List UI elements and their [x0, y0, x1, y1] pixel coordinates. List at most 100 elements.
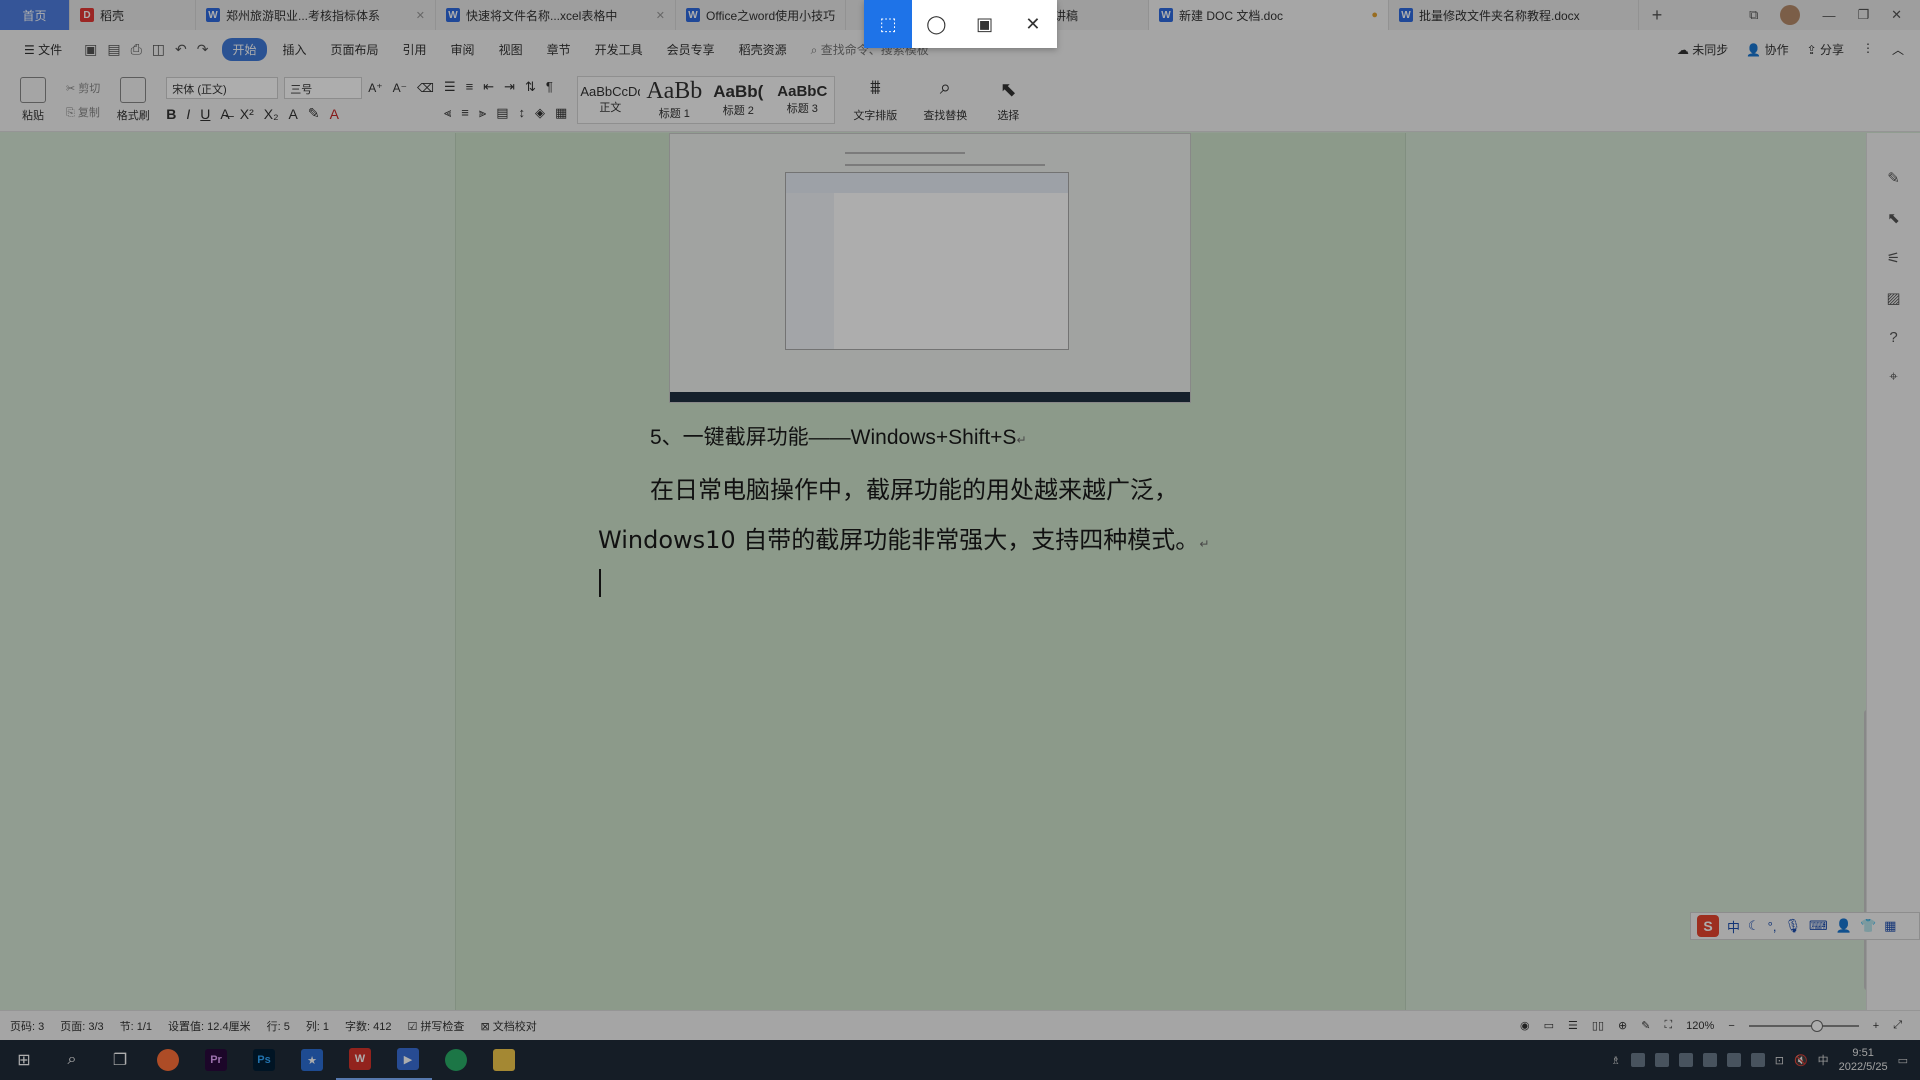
task-view-icon[interactable]: ❐ — [96, 1040, 144, 1080]
pen-icon[interactable]: ✎ — [1641, 1019, 1650, 1032]
page-view-icon[interactable]: ▭ — [1544, 1019, 1554, 1032]
menu-docer-resources[interactable]: 稻壳资源 — [727, 41, 799, 58]
help-icon[interactable]: ? — [1889, 329, 1897, 346]
menu-review[interactable]: 审阅 — [439, 41, 487, 58]
paste-button[interactable]: 粘贴 — [10, 76, 56, 123]
select-button[interactable]: ⬉ 选择 — [985, 77, 1031, 123]
search-icon[interactable]: ⌕ — [48, 1040, 96, 1080]
taskbar-recorder[interactable]: ▶ — [384, 1040, 432, 1080]
numbered-list-icon[interactable]: ≡ — [466, 79, 474, 94]
edit-icon[interactable]: ✎ — [1887, 169, 1900, 187]
menu-home[interactable]: 开始 — [222, 37, 267, 61]
avatar[interactable] — [1780, 5, 1801, 25]
redo-icon[interactable]: ↷ — [197, 41, 209, 58]
restore-icon[interactable]: ❐ — [1857, 7, 1869, 23]
italic-icon[interactable]: I — [186, 106, 190, 122]
font-color-icon[interactable]: A — [330, 106, 339, 122]
show-marks-icon[interactable]: ¶ — [546, 79, 553, 94]
shrink-font-icon[interactable]: A⁻ — [393, 81, 407, 95]
menu-chapter[interactable]: 章节 — [535, 41, 583, 58]
line-spacing-icon[interactable]: ↕ — [519, 105, 526, 120]
tray-ime[interactable]: 中 — [1818, 1052, 1829, 1068]
status-pages[interactable]: 页面: 3/3 — [60, 1018, 103, 1034]
close-icon[interactable]: ✕ — [656, 9, 665, 22]
tray-app-icon[interactable] — [1750, 1053, 1765, 1067]
user-icon[interactable]: 👤 — [1836, 918, 1852, 934]
menu-references[interactable]: 引用 — [391, 41, 439, 58]
zoom-in-icon[interactable]: + — [1873, 1020, 1879, 1032]
align-center-icon[interactable]: ≡ — [461, 105, 469, 120]
sogou-logo-icon[interactable]: S — [1697, 915, 1719, 937]
style-normal[interactable]: AaBbCcDd 正文 — [578, 77, 642, 123]
tab-doc-1[interactable]: W 郑州旅游职业...考核指标体系 ✕ — [196, 0, 436, 30]
zoom-knob[interactable] — [1810, 1019, 1823, 1032]
tab-docer[interactable]: D 稻壳 — [70, 0, 196, 30]
style-heading-2[interactable]: AaBb( 标题 2 — [706, 77, 770, 123]
read-view-icon[interactable]: ▯▯ — [1592, 1019, 1604, 1032]
settings-sliders-icon[interactable]: ⚟ — [1887, 249, 1900, 267]
image-icon[interactable]: ▨ — [1886, 289, 1900, 307]
select-pointer-icon[interactable]: ⬉ — [1887, 209, 1900, 227]
preview-icon[interactable]: ◫ — [152, 41, 165, 58]
tray-app-icon[interactable] — [1630, 1053, 1645, 1067]
rect-snip-icon[interactable]: ⬚ — [864, 0, 913, 48]
copy-button[interactable]: ⎘ 复制 — [66, 104, 100, 120]
location-icon[interactable]: ⌖ — [1889, 368, 1897, 385]
tab-doc-2[interactable]: W 快速将文件名称...xcel表格中 ✕ — [436, 0, 676, 30]
punctuation-icon[interactable]: °, — [1768, 919, 1777, 934]
zoom-slider[interactable] — [1748, 1019, 1859, 1032]
style-heading-3[interactable]: AaBbC 标题 3 — [770, 77, 834, 123]
volume-icon[interactable]: 🔇 — [1794, 1054, 1808, 1067]
notification-icon[interactable]: ▭ — [1898, 1054, 1908, 1067]
tab-doc-active[interactable]: W 新建 DOC 文档.doc ● — [1149, 0, 1389, 30]
collapse-ribbon-icon[interactable]: ︿ — [1892, 41, 1904, 58]
menu-layout[interactable]: 页面布局 — [319, 41, 391, 58]
taskbar-explorer[interactable] — [480, 1040, 528, 1080]
taskbar-firefox[interactable] — [144, 1040, 192, 1080]
find-replace-button[interactable]: ⌕ 查找替换 — [915, 77, 975, 123]
increase-indent-icon[interactable]: ⇥ — [504, 79, 515, 95]
taskbar-wechat[interactable] — [432, 1040, 480, 1080]
fit-icon[interactable]: ⛶ — [1664, 1019, 1672, 1032]
decrease-indent-icon[interactable]: ⇤ — [483, 79, 494, 95]
ime-mode[interactable]: 中 — [1727, 917, 1740, 936]
share-button[interactable]: ⇪ 分享 — [1807, 41, 1844, 58]
menu-member[interactable]: 会员专享 — [655, 41, 727, 58]
taskbar-premiere[interactable]: Pr — [192, 1040, 240, 1080]
skin-icon[interactable]: 👕 — [1860, 918, 1876, 934]
add-tab-button[interactable]: + — [1639, 0, 1675, 30]
tray-app-icon[interactable] — [1654, 1053, 1669, 1067]
sync-status[interactable]: ☁ 未同步 — [1677, 41, 1728, 58]
mic-icon[interactable]: 🎙 — [1784, 918, 1801, 934]
embedded-screenshot-image[interactable] — [669, 133, 1191, 403]
proofread-button[interactable]: ⊠ 文档校对 — [480, 1018, 536, 1034]
close-icon[interactable]: ✕ — [1009, 0, 1057, 48]
taskbar-wps[interactable]: W — [336, 1040, 384, 1080]
font-name-select[interactable]: 宋体 (正文) — [166, 77, 279, 99]
minimize-icon[interactable]: — — [1822, 8, 1835, 23]
start-button[interactable]: ⊞ — [0, 1040, 48, 1080]
close-icon[interactable]: ✕ — [416, 9, 425, 22]
strikethrough-icon[interactable]: A̶ — [220, 106, 229, 122]
people-icon[interactable]: ♗ — [1611, 1054, 1621, 1067]
outline-view-icon[interactable]: ☰ — [1568, 1019, 1578, 1032]
subscript-icon[interactable]: X₂ — [264, 106, 279, 122]
layout-icon[interactable]: ⧉ — [1749, 7, 1758, 23]
menu-insert[interactable]: 插入 — [271, 41, 319, 58]
tab-doc-6[interactable]: W 批量修改文件夹名称教程.docx — [1389, 0, 1639, 30]
menu-developer[interactable]: 开发工具 — [583, 41, 655, 58]
bullet-list-icon[interactable]: ☰ — [444, 79, 456, 95]
shading-icon[interactable]: ◈ — [535, 105, 545, 121]
style-heading-1[interactable]: AaBb 标题 1 — [642, 77, 706, 123]
clock[interactable]: 9:51 2022/5/25 — [1839, 1046, 1888, 1074]
save-icon[interactable]: ▣ — [84, 41, 97, 58]
unsaved-dot-icon[interactable]: ● — [1371, 9, 1378, 21]
font-size-select[interactable]: 三号 — [284, 77, 363, 99]
align-left-icon[interactable]: ⫷ — [444, 105, 451, 121]
spell-check-button[interactable]: ☑ 拼写检查 — [408, 1018, 465, 1034]
tab-home[interactable]: 首页 — [0, 0, 70, 30]
tray-app-icon[interactable] — [1726, 1053, 1741, 1067]
moon-icon[interactable]: ☾ — [1748, 918, 1760, 934]
status-words[interactable]: 字数: 412 — [345, 1018, 391, 1034]
clear-format-icon[interactable]: ⌫ — [417, 81, 434, 95]
